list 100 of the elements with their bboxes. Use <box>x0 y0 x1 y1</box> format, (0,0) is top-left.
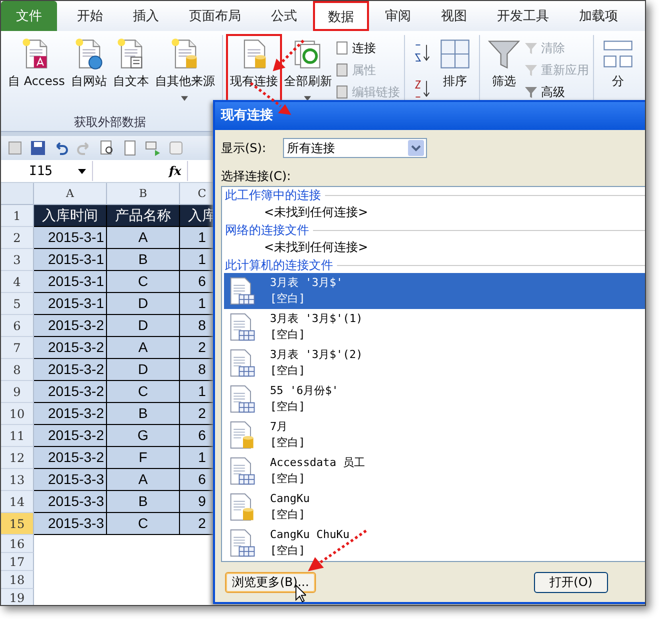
row-header[interactable]: 5 <box>1 293 34 315</box>
row-header[interactable]: 12 <box>1 447 34 469</box>
table-cell: A <box>107 337 180 359</box>
row-header[interactable]: 7 <box>1 337 34 359</box>
row-header[interactable]: 15 <box>1 513 34 535</box>
empty-message: <未找到任何连接> <box>263 204 370 221</box>
connection-item[interactable]: Accessdata 员工 [空白] <box>224 453 645 489</box>
ribbon-button[interactable]: 自 Access <box>5 35 68 107</box>
connection-name: 7月 <box>270 419 289 435</box>
connection-name: CangKu ChuKu <box>270 527 350 543</box>
table-cell: A <box>107 469 180 491</box>
ribbon-tab[interactable]: 加载项 <box>565 1 632 31</box>
ribbon-tab[interactable]: 页面布局 <box>175 1 255 31</box>
empty-message: <未找到任何连接> <box>263 239 370 256</box>
connection-item[interactable]: 3月表 '3月$' [空白] <box>224 273 645 309</box>
ribbon-tab[interactable]: 审阅 <box>371 1 425 31</box>
document-icon <box>334 85 349 99</box>
table-cell: D <box>107 293 180 315</box>
sort-descending-icon <box>412 79 431 99</box>
connection-name: 3月表 '3月$' <box>270 275 343 291</box>
dialog-button[interactable]: 浏览更多(B)... <box>225 572 316 593</box>
connection-item[interactable]: 7月 [空白] <box>224 417 645 453</box>
table-cell: 2015-3-2 <box>34 403 107 425</box>
dialog-button[interactable]: 打开(O) <box>534 572 608 593</box>
row-header[interactable]: 14 <box>1 491 34 513</box>
table-cell: 2015-3-1 <box>34 271 107 293</box>
connection-item[interactable]: 3月表 '3月$'(2) [空白] <box>224 345 645 381</box>
table-cell: 2015-3-1 <box>34 227 107 249</box>
document-icon <box>334 41 349 55</box>
table-cell: 2015-3-3 <box>34 513 107 535</box>
column-header[interactable]: A <box>34 183 107 205</box>
table-cell: D <box>107 315 180 337</box>
section-heading: 此计算机的连接文件 <box>225 256 333 274</box>
connection-description: [空白] <box>270 399 306 415</box>
show-dropdown[interactable]: 所有连接 <box>283 138 427 158</box>
connection-item[interactable]: CangKu ChuKu [空白] <box>224 525 645 561</box>
dialog-title: 现有连接 <box>215 102 645 130</box>
ribbon-tab[interactable]: 公式 <box>257 1 311 31</box>
ribbon-tab[interactable]: 开发工具 <box>483 1 563 31</box>
table-cell: 2015-3-2 <box>34 337 107 359</box>
field-label: 选择连接(C): <box>221 168 292 184</box>
ribbon-button[interactable]: 自其他来源 <box>152 35 218 107</box>
sort-ascending-icon <box>412 43 431 63</box>
insert-function-button[interactable]: fx <box>163 164 188 178</box>
table-cell: 2015-3-3 <box>34 491 107 513</box>
connection-item[interactable]: CangKu [空白] <box>224 489 645 525</box>
connection-description: [空白] <box>270 471 306 487</box>
connection-item[interactable]: 55 '6月份$' [空白] <box>224 381 645 417</box>
row-header[interactable]: 8 <box>1 359 34 381</box>
table-cell: 2015-3-1 <box>34 249 107 271</box>
new-document-icon[interactable] <box>122 140 138 156</box>
ribbon-small-button[interactable]: 连接 <box>334 39 400 57</box>
dotted-arrow <box>271 37 307 73</box>
table-cell: 2015-3-2 <box>34 359 107 381</box>
save-icon[interactable] <box>30 140 46 156</box>
table-cell: 2015-3-3 <box>34 469 107 491</box>
shape-icon[interactable] <box>168 140 184 156</box>
ribbon-button[interactable]: 自文本 <box>110 35 152 107</box>
ribbon-button[interactable]: 自网站 <box>68 35 110 107</box>
connection-name: Accessdata 员工 <box>270 455 365 471</box>
connection-description: [空白] <box>270 327 306 343</box>
row-header[interactable]: 17 <box>1 553 34 571</box>
row-header[interactable]: 2 <box>1 227 34 249</box>
connection-item[interactable]: 3月表 '3月$'(1) [空白] <box>224 309 645 345</box>
select-all-button[interactable] <box>1 183 34 205</box>
row-header[interactable]: 16 <box>1 535 34 553</box>
name-box[interactable]: I15 <box>1 161 93 181</box>
table-cell: A <box>107 227 180 249</box>
row-header[interactable]: 1 <box>1 205 34 227</box>
row-header[interactable]: 13 <box>1 469 34 491</box>
ribbon-tab[interactable]: 开始 <box>63 1 117 31</box>
ribbon-tab[interactable]: 插入 <box>119 1 173 31</box>
ribbon-tab[interactable]: 视图 <box>427 1 481 31</box>
sort-grid-icon <box>438 37 472 71</box>
row-header[interactable]: 9 <box>1 381 34 403</box>
row-header[interactable]: 19 <box>1 589 34 605</box>
table-cell: 2015-3-2 <box>34 315 107 337</box>
row-header[interactable]: 4 <box>1 271 34 293</box>
row-header[interactable]: 10 <box>1 403 34 425</box>
comment-icon[interactable] <box>145 140 161 156</box>
table-cell: 2015-3-1 <box>34 293 107 315</box>
table-cell: C <box>107 513 180 535</box>
section-heading: 网络的连接文件 <box>225 222 309 238</box>
ribbon-tab[interactable]: 数据 <box>313 1 369 31</box>
row-header[interactable]: 11 <box>1 425 34 447</box>
column-header[interactable]: B <box>107 183 180 205</box>
connection-description: [空白] <box>270 363 306 379</box>
row-header[interactable]: 18 <box>1 571 34 589</box>
table-cell: D <box>107 359 180 381</box>
table-cell: 2015-3-2 <box>34 447 107 469</box>
caret-icon <box>78 168 86 174</box>
table-cell: 2015-3-2 <box>34 425 107 447</box>
print-preview-icon[interactable] <box>99 140 115 156</box>
row-header[interactable]: 3 <box>1 249 34 271</box>
ribbon-small-button[interactable]: 高级 <box>524 83 589 101</box>
row-header[interactable]: 6 <box>1 315 34 337</box>
document-icon <box>334 63 349 77</box>
ribbon-tab[interactable]: 文件 <box>1 1 57 31</box>
field-label: 显示(S): <box>221 140 268 156</box>
table-cell: B <box>107 249 180 271</box>
